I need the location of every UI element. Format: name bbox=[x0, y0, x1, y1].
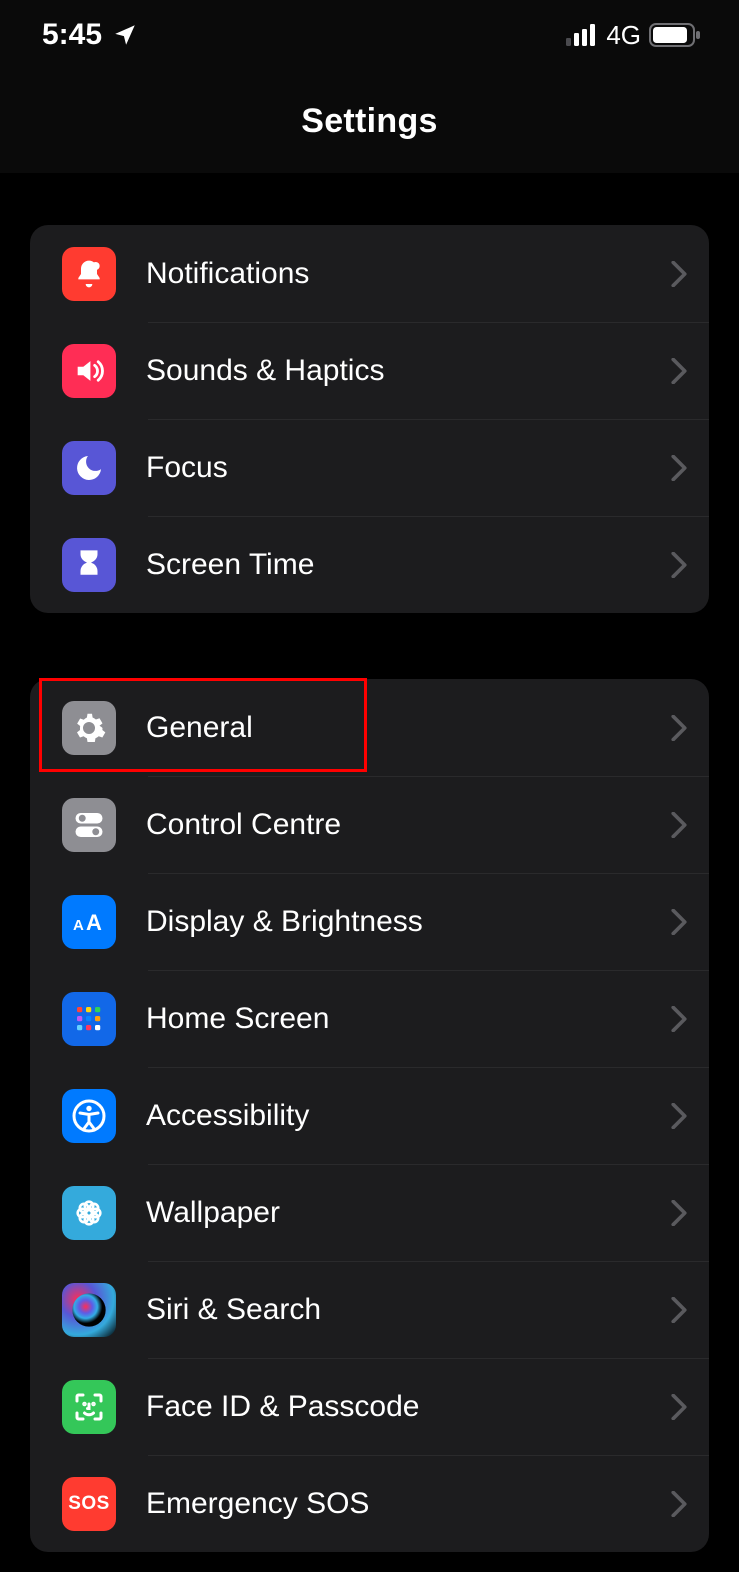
svg-text:A: A bbox=[86, 910, 102, 935]
chevron-right-icon bbox=[671, 455, 687, 481]
accessibility-icon bbox=[62, 1089, 116, 1143]
settings-group: Notifications Sounds & Haptics bbox=[30, 225, 709, 613]
home-screen-icon bbox=[62, 992, 116, 1046]
network-type: 4G bbox=[606, 20, 641, 51]
status-bar: 5:45 4G bbox=[0, 0, 739, 70]
settings-row-display-brightness[interactable]: A A Display & Brightness bbox=[30, 873, 709, 970]
screen-time-icon bbox=[62, 538, 116, 592]
chevron-right-icon bbox=[671, 812, 687, 838]
row-label: Display & Brightness bbox=[146, 905, 671, 939]
face-id-icon bbox=[62, 1380, 116, 1434]
settings-row-notifications[interactable]: Notifications bbox=[30, 225, 709, 322]
row-label: Emergency SOS bbox=[146, 1487, 671, 1521]
wallpaper-icon bbox=[62, 1186, 116, 1240]
display-brightness-icon: A A bbox=[62, 895, 116, 949]
row-label: Wallpaper bbox=[146, 1196, 671, 1230]
settings-row-accessibility[interactable]: Accessibility bbox=[30, 1067, 709, 1164]
row-label: Sounds & Haptics bbox=[146, 354, 671, 388]
chevron-right-icon bbox=[671, 715, 687, 741]
control-centre-icon bbox=[62, 798, 116, 852]
row-label: General bbox=[146, 711, 671, 745]
chevron-right-icon bbox=[671, 1200, 687, 1226]
general-icon bbox=[62, 701, 116, 755]
siri-icon bbox=[62, 1283, 116, 1337]
chevron-right-icon bbox=[671, 358, 687, 384]
row-label: Face ID & Passcode bbox=[146, 1390, 671, 1424]
notifications-icon bbox=[62, 247, 116, 301]
emergency-sos-icon: SOS bbox=[62, 1477, 116, 1531]
settings-row-focus[interactable]: Focus bbox=[30, 419, 709, 516]
status-time: 5:45 bbox=[42, 18, 102, 52]
row-label: Control Centre bbox=[146, 808, 671, 842]
settings-row-siri-search[interactable]: Siri & Search bbox=[30, 1261, 709, 1358]
chevron-right-icon bbox=[671, 1491, 687, 1517]
chevron-right-icon bbox=[671, 909, 687, 935]
settings-row-home-screen[interactable]: Home Screen bbox=[30, 970, 709, 1067]
chevron-right-icon bbox=[671, 261, 687, 287]
settings-group: General Control Centre A bbox=[30, 679, 709, 1552]
settings-row-sounds-haptics[interactable]: Sounds & Haptics bbox=[30, 322, 709, 419]
row-label: Screen Time bbox=[146, 548, 671, 582]
settings-row-face-id-passcode[interactable]: Face ID & Passcode bbox=[30, 1358, 709, 1455]
status-left: 5:45 bbox=[42, 18, 138, 52]
sos-text: SOS bbox=[68, 1493, 110, 1515]
page-title: Settings bbox=[301, 102, 438, 141]
chevron-right-icon bbox=[671, 1297, 687, 1323]
chevron-right-icon bbox=[671, 1394, 687, 1420]
svg-text:A: A bbox=[73, 917, 84, 934]
location-icon bbox=[112, 22, 138, 48]
chevron-right-icon bbox=[671, 552, 687, 578]
settings-row-control-centre[interactable]: Control Centre bbox=[30, 776, 709, 873]
row-label: Notifications bbox=[146, 257, 671, 291]
chevron-right-icon bbox=[671, 1006, 687, 1032]
row-label: Siri & Search bbox=[146, 1293, 671, 1327]
settings-row-screen-time[interactable]: Screen Time bbox=[30, 516, 709, 613]
sounds-icon bbox=[62, 344, 116, 398]
page-header: Settings bbox=[0, 70, 739, 173]
settings-row-emergency-sos[interactable]: SOS Emergency SOS bbox=[30, 1455, 709, 1552]
status-right: 4G bbox=[566, 20, 701, 51]
focus-icon bbox=[62, 441, 116, 495]
settings-row-general[interactable]: General bbox=[30, 679, 709, 776]
chevron-right-icon bbox=[671, 1103, 687, 1129]
cellular-signal-icon bbox=[566, 24, 598, 46]
row-label: Focus bbox=[146, 451, 671, 485]
settings-row-wallpaper[interactable]: Wallpaper bbox=[30, 1164, 709, 1261]
content: Notifications Sounds & Haptics bbox=[0, 225, 739, 1552]
row-label: Home Screen bbox=[146, 1002, 671, 1036]
battery-icon bbox=[649, 23, 701, 47]
row-label: Accessibility bbox=[146, 1099, 671, 1133]
